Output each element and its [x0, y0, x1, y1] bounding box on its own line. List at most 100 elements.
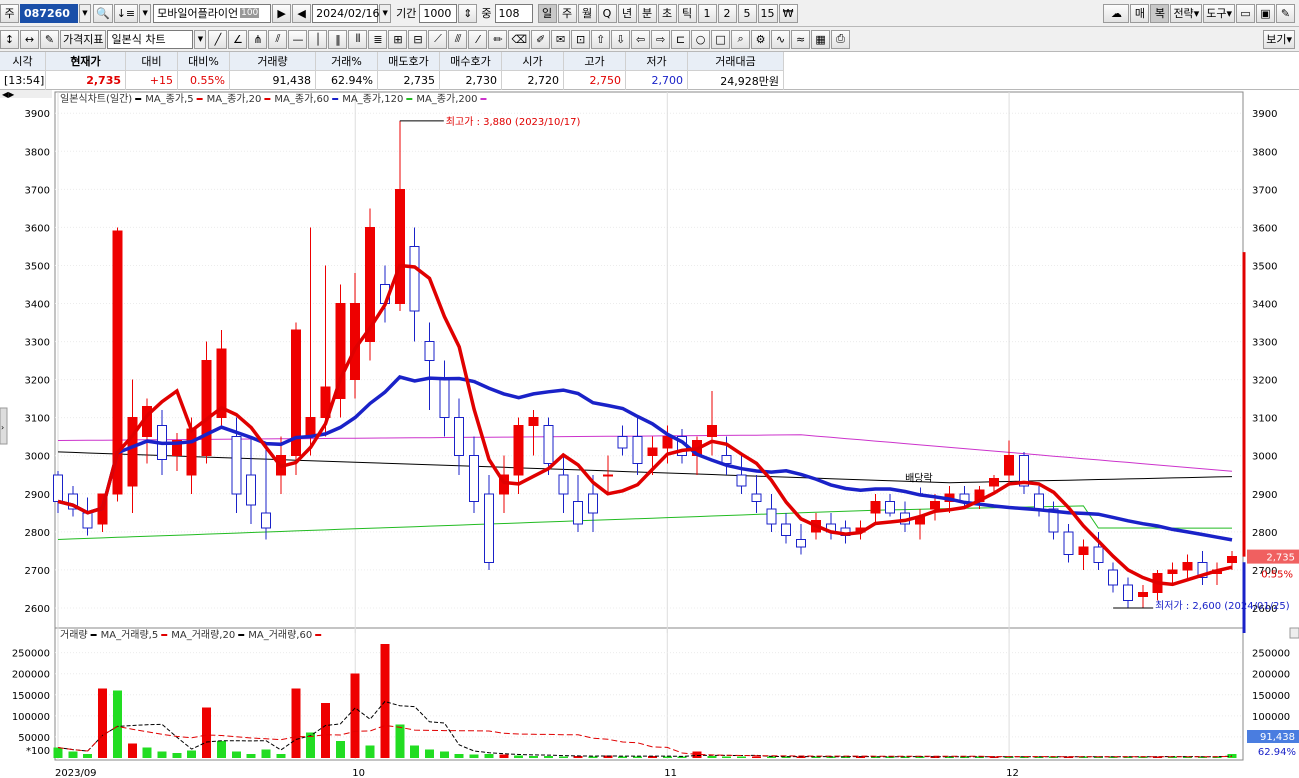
date-dropdown[interactable]: ▼: [379, 3, 392, 23]
price-indicator-button[interactable]: 가격지표: [60, 29, 107, 49]
timeframe-minute[interactable]: 분: [637, 3, 657, 23]
price-legend-item-3: MA_종가,60: [274, 93, 329, 105]
volume-tick-label-left: 200000: [12, 670, 50, 681]
speed-line-icon[interactable]: ⟋: [428, 29, 448, 49]
grid-lines-icon[interactable]: ≣: [368, 29, 388, 49]
arrow-down-icon[interactable]: ⇩: [611, 29, 631, 49]
candle-body: [929, 500, 940, 510]
timeframe-tick[interactable]: 틱: [677, 3, 697, 23]
period-input[interactable]: 1000: [419, 3, 458, 23]
circle-icon[interactable]: ○: [691, 29, 711, 49]
save-icon[interactable]: ▣: [1256, 3, 1275, 23]
price-tick-label-left: 3000: [25, 452, 50, 463]
trendline-icon[interactable]: ╱: [208, 29, 228, 49]
chart-type-select[interactable]: 일본식 차트: [107, 29, 194, 49]
volume-bar: [216, 741, 226, 758]
sort-dropdown[interactable]: ▼: [139, 3, 152, 23]
view-button[interactable]: 보기 ▾: [1263, 29, 1295, 49]
stock-name-text: 모바일어플라이언: [157, 7, 239, 20]
open-folder-icon[interactable]: ▭: [1236, 3, 1255, 23]
dividend-label: 배당락: [905, 473, 933, 485]
timeframe-month[interactable]: 월: [577, 3, 597, 23]
volume-legend-item-0: 거래량: [60, 629, 88, 641]
chart-type-dropdown[interactable]: ▼: [194, 29, 207, 49]
quote-value-2: +15: [126, 71, 178, 90]
channel-icon[interactable]: ⫽: [268, 29, 288, 49]
eraser-icon[interactable]: ⌫: [508, 29, 531, 49]
candle-body: [1063, 531, 1074, 556]
cycle-lines-icon[interactable]: ⦀: [348, 29, 368, 49]
candle-body: [736, 474, 747, 487]
quote-header-1: 현재가: [46, 52, 126, 71]
interval-1[interactable]: 1: [697, 3, 717, 23]
arrow-up-icon[interactable]: ⇧: [591, 29, 611, 49]
wrench-icon[interactable]: ✎: [1276, 3, 1295, 23]
fibo-fan-icon[interactable]: ⊞: [388, 29, 408, 49]
timeframe-year[interactable]: 년: [617, 3, 637, 23]
horizontal-line-icon[interactable]: —: [288, 29, 308, 49]
text-note-icon[interactable]: ✉: [551, 29, 571, 49]
pitchfork-icon[interactable]: ⋔: [248, 29, 268, 49]
timeframe-second[interactable]: 초: [657, 3, 677, 23]
candle-body: [1093, 546, 1104, 563]
timeframe-quarter[interactable]: Q: [597, 3, 617, 23]
layout-icon[interactable]: ▦: [811, 29, 831, 49]
candle-body: [469, 455, 480, 502]
market-type-button[interactable]: 주: [0, 3, 19, 23]
stock-code-dropdown[interactable]: ▼: [79, 3, 91, 23]
cloud-icon[interactable]: ☁: [1103, 3, 1130, 23]
interval-5[interactable]: 5: [737, 3, 757, 23]
parallel-lines-icon[interactable]: ⫻: [448, 29, 468, 49]
angle-line-icon[interactable]: ∠: [228, 29, 248, 49]
quote-table: 시각 현재가 대비 대비% 거래량 거래% 매도호가 매수호가 시가 고가 저가 거래대금 [13:5…: [0, 52, 1299, 90]
interval-2[interactable]: 2: [717, 3, 737, 23]
edit-indicator-icon[interactable]: ✎: [40, 29, 59, 49]
quote-value-7: 2,730: [440, 71, 502, 90]
volume-bar: [469, 754, 479, 758]
period-spin-icon[interactable]: ⇕: [458, 3, 478, 23]
price-tick-label-left: 3100: [25, 414, 50, 425]
strategy-button[interactable]: 전략 ▾: [1170, 3, 1203, 23]
next-stock-button[interactable]: ▶: [272, 3, 292, 23]
rectangle-icon[interactable]: □: [711, 29, 731, 49]
prev-stock-button[interactable]: ◀: [292, 3, 312, 23]
timeframe-day[interactable]: 일: [537, 3, 557, 23]
marker-icon[interactable]: ✐: [531, 29, 551, 49]
volume-bar: [68, 751, 78, 758]
count-input[interactable]: 108: [494, 3, 533, 23]
expand-icon[interactable]: ↔: [20, 29, 39, 49]
stock-chart[interactable]: ◀▶2600 26002700 27002800 28002900 29003000 30…: [0, 90, 1299, 778]
quote-value-1: 2,735: [46, 71, 126, 90]
vertical-line-icon[interactable]: │: [308, 29, 328, 49]
stock-name-field[interactable]: 모바일어플라이언 100: [153, 3, 272, 23]
tools-button[interactable]: 도구 ▾: [1203, 3, 1235, 23]
timeframe-week[interactable]: 주: [557, 3, 577, 23]
volume-tick-label-left: 50000: [18, 733, 50, 744]
label-icon[interactable]: ⊏: [671, 29, 691, 49]
regression-icon[interactable]: ⁄: [468, 29, 488, 49]
price-tick-label-left: 2700: [25, 566, 50, 577]
arrow-left-icon[interactable]: ⇦: [631, 29, 651, 49]
settings-gear-icon[interactable]: ⚙: [751, 29, 771, 49]
zigzag-icon[interactable]: ≈: [791, 29, 811, 49]
interval-15[interactable]: 15: [757, 3, 778, 23]
wave-icon[interactable]: ∿: [771, 29, 791, 49]
collapse-icon[interactable]: ↕: [0, 29, 19, 49]
search-icon[interactable]: 🔍: [93, 3, 113, 23]
arrow-right-icon[interactable]: ⇨: [651, 29, 671, 49]
fibo-time-icon[interactable]: ‖: [328, 29, 348, 49]
sort-icon[interactable]: ↓≡: [113, 3, 139, 23]
multi-view-button[interactable]: 복: [1150, 3, 1170, 23]
print-icon[interactable]: ⎙: [831, 29, 851, 49]
gann-box-icon[interactable]: ⊟: [408, 29, 428, 49]
zoom-fit-icon[interactable]: ⊡: [571, 29, 591, 49]
volume-bar: [454, 753, 464, 758]
custom-interval-icon[interactable]: ₩: [778, 3, 798, 23]
date-input[interactable]: 2024/02/16: [312, 3, 380, 23]
magnify-icon[interactable]: ⌕: [731, 29, 751, 49]
single-view-button[interactable]: 매: [1130, 3, 1150, 23]
price-tick-label-right: 3000: [1252, 452, 1277, 463]
pencil-icon[interactable]: ✏: [488, 29, 508, 49]
candle-body: [885, 500, 896, 514]
stock-code-input[interactable]: 087260: [20, 3, 78, 23]
